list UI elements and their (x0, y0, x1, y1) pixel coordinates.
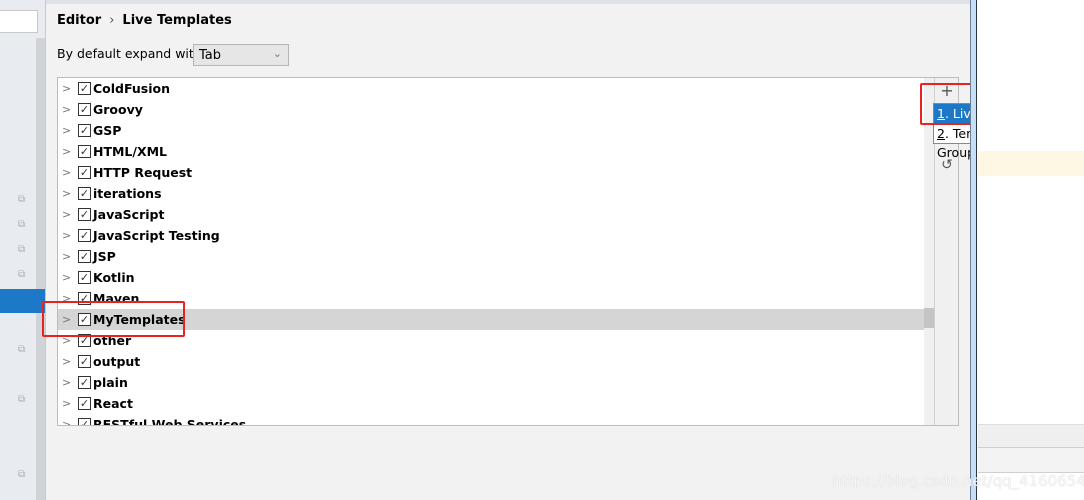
breadcrumb: Editor › Live Templates (57, 13, 232, 28)
group-label: iterations (93, 186, 162, 201)
group-checkbox[interactable]: ✓ (78, 250, 91, 263)
group-checkbox[interactable]: ✓ (78, 124, 91, 137)
tree-row[interactable]: > ✓ plain (58, 372, 924, 393)
group-label: JavaScript (93, 207, 165, 222)
chevron-right-icon[interactable]: > (62, 141, 71, 162)
chevron-right-icon[interactable]: > (62, 225, 71, 246)
copy-icon: ⧉ (18, 269, 26, 280)
expand-with-value: Tab (199, 48, 222, 63)
group-checkbox[interactable]: ✓ (78, 166, 91, 179)
highlight-mytemplates (42, 301, 185, 337)
chevron-right-icon[interactable]: > (62, 246, 71, 267)
template-groups-tree: > ✓ ColdFusion > ✓ Groovy > ✓ GSP > ✓ HTML/XML > ✓ HTT… (57, 77, 959, 426)
breadcrumb-current: Live Templates (122, 13, 232, 28)
tree-row[interactable]: > ✓ output (58, 351, 924, 372)
title-bar-edge (46, 0, 970, 4)
expand-label: By default expand with (57, 46, 202, 61)
tree-row[interactable]: > ✓ ColdFusion (58, 78, 924, 99)
group-label: ColdFusion (93, 81, 171, 96)
settings-search-input[interactable] (0, 10, 38, 33)
chevron-right-icon[interactable]: > (62, 267, 71, 288)
copy-icon: ⧉ (18, 244, 26, 255)
scrollbar-thumb[interactable] (924, 308, 934, 328)
chevron-down-icon: ⌄ (272, 47, 282, 60)
tree-row[interactable]: > ✓ MyTemplates (58, 309, 924, 330)
group-checkbox[interactable]: ✓ (78, 103, 91, 116)
group-label: Kotlin (93, 270, 135, 285)
group-label: Groovy (93, 102, 143, 117)
chevron-right-icon[interactable]: > (62, 372, 71, 393)
group-checkbox[interactable]: ✓ (78, 208, 91, 221)
copy-icon: ⧉ (18, 469, 26, 480)
group-checkbox[interactable]: ✓ (78, 271, 91, 284)
group-label: plain (93, 375, 128, 390)
chevron-right-icon[interactable]: > (62, 183, 71, 204)
copy-icon: ⧉ (18, 344, 26, 355)
mnemonic: 2 (937, 126, 945, 141)
chevron-right-icon[interactable]: > (62, 351, 71, 372)
chevron-right-icon[interactable]: > (62, 414, 71, 425)
group-label: HTML/XML (93, 144, 167, 159)
tree-row[interactable]: > ✓ iterations (58, 183, 924, 204)
tree-row[interactable]: > ✓ JavaScript (58, 204, 924, 225)
group-checkbox[interactable]: ✓ (78, 145, 91, 158)
chevron-right-icon[interactable]: > (62, 78, 71, 99)
chevron-right-icon[interactable]: > (62, 204, 71, 225)
sidebar-scrollbar[interactable] (36, 38, 45, 500)
sidebar-item-live-templates[interactable] (0, 289, 45, 313)
group-checkbox[interactable]: ✓ (78, 397, 91, 410)
breadcrumb-separator: › (109, 13, 115, 28)
group-checkbox[interactable]: ✓ (78, 355, 91, 368)
tree-row[interactable]: > ✓ other (58, 330, 924, 351)
tree-row[interactable]: > ✓ React (58, 393, 924, 414)
tree-row[interactable]: > ✓ Groovy (58, 99, 924, 120)
group-label: output (93, 354, 141, 369)
group-checkbox[interactable]: ✓ (78, 82, 91, 95)
group-label: HTTP Request (93, 165, 193, 180)
breadcrumb-parent[interactable]: Editor (57, 13, 101, 28)
group-label: JavaScript Testing (93, 228, 220, 243)
chevron-right-icon[interactable]: > (62, 120, 71, 141)
copy-icon: ⧉ (18, 394, 26, 405)
group-label: RESTful Web Services (93, 417, 247, 426)
group-checkbox[interactable]: ✓ (78, 187, 91, 200)
chevron-right-icon[interactable]: > (62, 162, 71, 183)
tree-row[interactable]: > ✓ HTML/XML (58, 141, 924, 162)
group-checkbox[interactable]: ✓ (78, 418, 91, 425)
watermark: https://blog.csdn.net/qq_41606547 (832, 472, 1084, 490)
panel-band (978, 448, 1084, 473)
tree-row[interactable]: > ✓ Kotlin (58, 267, 924, 288)
tree-row[interactable]: > ✓ HTTP Request (58, 162, 924, 183)
group-checkbox[interactable]: ✓ (78, 376, 91, 389)
group-label: JSP (93, 249, 116, 264)
chevron-right-icon[interactable]: > (62, 99, 71, 120)
background-editor (970, 0, 1084, 500)
tree-row[interactable]: > ✓ GSP (58, 120, 924, 141)
window-border (970, 0, 977, 500)
settings-sidebar: ⧉ ⧉ ⧉ ⧉ ⧉ ⧉ ⧉ (0, 0, 46, 500)
current-line (978, 151, 1084, 176)
copy-icon: ⧉ (18, 194, 26, 205)
group-label: React (93, 396, 133, 411)
panel-band (978, 424, 1084, 448)
expand-with-select[interactable]: Tab ⌄ (193, 44, 289, 66)
tree-row[interactable]: > ✓ Maven (58, 288, 924, 309)
copy-icon: ⧉ (18, 219, 26, 230)
tree-row[interactable]: > ✓ RESTful Web Services (58, 414, 924, 426)
tree-row[interactable]: > ✓ JavaScript Testing (58, 225, 924, 246)
tree-row[interactable]: > ✓ JSP (58, 246, 924, 267)
group-checkbox[interactable]: ✓ (78, 229, 91, 242)
chevron-right-icon[interactable]: > (62, 393, 71, 414)
group-label: GSP (93, 123, 122, 138)
